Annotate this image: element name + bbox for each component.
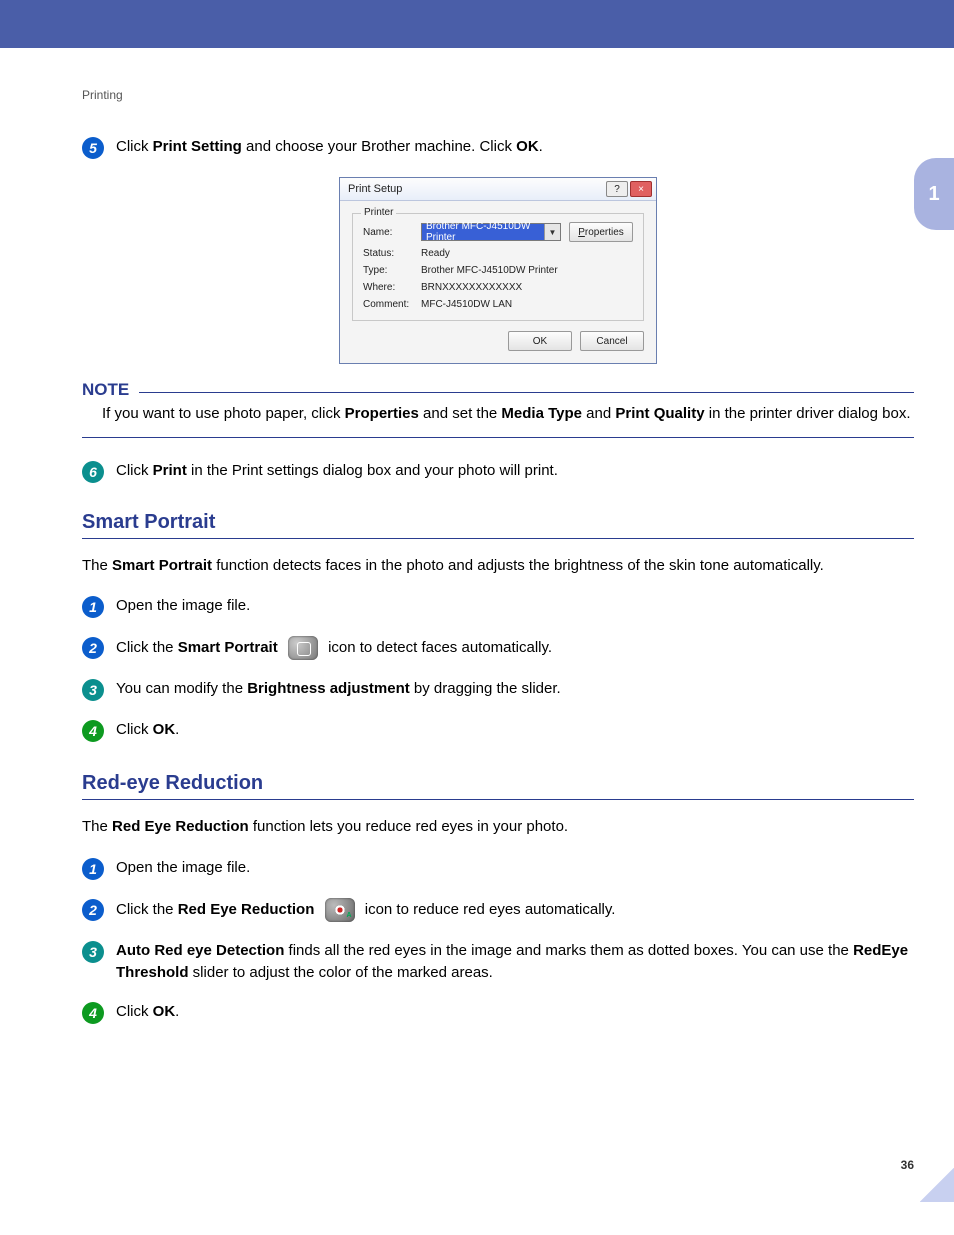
page-corner-icon <box>920 1168 954 1202</box>
sp-step-2: 2 Click the Smart Portrait icon to detec… <box>82 636 914 660</box>
top-bar <box>0 0 954 48</box>
re-step-1-text: Open the image file. <box>116 857 914 879</box>
where-label: Where: <box>363 282 421 293</box>
printer-group-label: Printer <box>361 207 396 218</box>
dialog-title: Print Setup <box>348 183 402 195</box>
help-button[interactable]: ? <box>606 181 628 197</box>
type-value: Brother MFC-J4510DW Printer <box>421 265 558 276</box>
sp-step-2-text: Click the Smart Portrait icon to detect … <box>116 636 914 660</box>
sp-step-1-text: Open the image file. <box>116 595 914 617</box>
comment-label: Comment: <box>363 299 421 310</box>
sp-step-1: 1 Open the image file. <box>82 595 914 618</box>
note-body: If you want to use photo paper, click Pr… <box>82 403 914 425</box>
step-5: 5 Click Print Setting and choose your Br… <box>82 136 914 159</box>
page-number: 36 <box>901 1158 914 1172</box>
re-step-3-text: Auto Red eye Detection finds all the red… <box>116 940 914 984</box>
step-6: 6 Click Print in the Print settings dial… <box>82 460 914 483</box>
red-eye-reduction-icon <box>325 898 355 922</box>
note-title: NOTE <box>82 380 139 400</box>
sp-step-3-text: You can modify the Brightness adjustment… <box>116 678 914 700</box>
re-step-3: 3 Auto Red eye Detection finds all the r… <box>82 940 914 984</box>
print-setup-dialog-wrap: Print Setup ? × Printer Name: Brother MF… <box>82 177 914 364</box>
page-header: Printing <box>82 88 914 102</box>
comment-value: MFC-J4510DW LAN <box>421 299 512 310</box>
sp-step-4-text: Click OK. <box>116 719 914 741</box>
page-content: Printing 5 Click Print Setting and choos… <box>0 48 954 1202</box>
re-step-4-text: Click OK. <box>116 1001 914 1023</box>
print-setup-dialog: Print Setup ? × Printer Name: Brother MF… <box>339 177 657 364</box>
name-label: Name: <box>363 227 421 238</box>
step-6-text: Click Print in the Print settings dialog… <box>116 460 914 482</box>
redeye-intro: The Red Eye Reduction function lets you … <box>82 816 914 839</box>
smart-portrait-icon <box>288 636 318 660</box>
section-redeye-heading: Red-eye Reduction <box>82 772 914 800</box>
re-step-2: 2 Click the Red Eye Reduction icon to re… <box>82 898 914 922</box>
step-badge-1b: 1 <box>82 858 104 880</box>
step-badge-4: 4 <box>82 720 104 742</box>
ok-button[interactable]: OK <box>508 331 572 351</box>
sp-step-3: 3 You can modify the Brightness adjustme… <box>82 678 914 701</box>
printer-name-combo[interactable]: Brother MFC-J4510DW Printer ▼ <box>421 223 561 241</box>
status-value: Ready <box>421 248 450 259</box>
cancel-button[interactable]: Cancel <box>580 331 644 351</box>
status-label: Status: <box>363 248 421 259</box>
where-value: BRNXXXXXXXXXXXX <box>421 282 522 293</box>
note-block: NOTE If you want to use photo paper, cli… <box>82 392 914 438</box>
properties-button[interactable]: Properties <box>569 222 633 242</box>
re-step-2-text: Click the Red Eye Reduction icon to redu… <box>116 898 914 922</box>
close-button[interactable]: × <box>630 181 652 197</box>
section-smart-portrait-heading: Smart Portrait <box>82 511 914 539</box>
re-step-1: 1 Open the image file. <box>82 857 914 880</box>
step-badge-6: 6 <box>82 461 104 483</box>
step-badge-2: 2 <box>82 637 104 659</box>
re-step-4: 4 Click OK. <box>82 1001 914 1024</box>
step-5-text: Click Print Setting and choose your Brot… <box>116 136 914 158</box>
step-badge-4b: 4 <box>82 1002 104 1024</box>
step-badge-5: 5 <box>82 137 104 159</box>
step-badge-3: 3 <box>82 679 104 701</box>
step-badge-1: 1 <box>82 596 104 618</box>
type-label: Type: <box>363 265 421 276</box>
step-badge-3b: 3 <box>82 941 104 963</box>
step-badge-2b: 2 <box>82 899 104 921</box>
smart-portrait-intro: The Smart Portrait function detects face… <box>82 555 914 578</box>
printer-group: Printer Name: Brother MFC-J4510DW Printe… <box>352 213 644 321</box>
sp-step-4: 4 Click OK. <box>82 719 914 742</box>
chevron-down-icon[interactable]: ▼ <box>544 224 560 240</box>
dialog-titlebar: Print Setup ? × <box>340 178 656 201</box>
